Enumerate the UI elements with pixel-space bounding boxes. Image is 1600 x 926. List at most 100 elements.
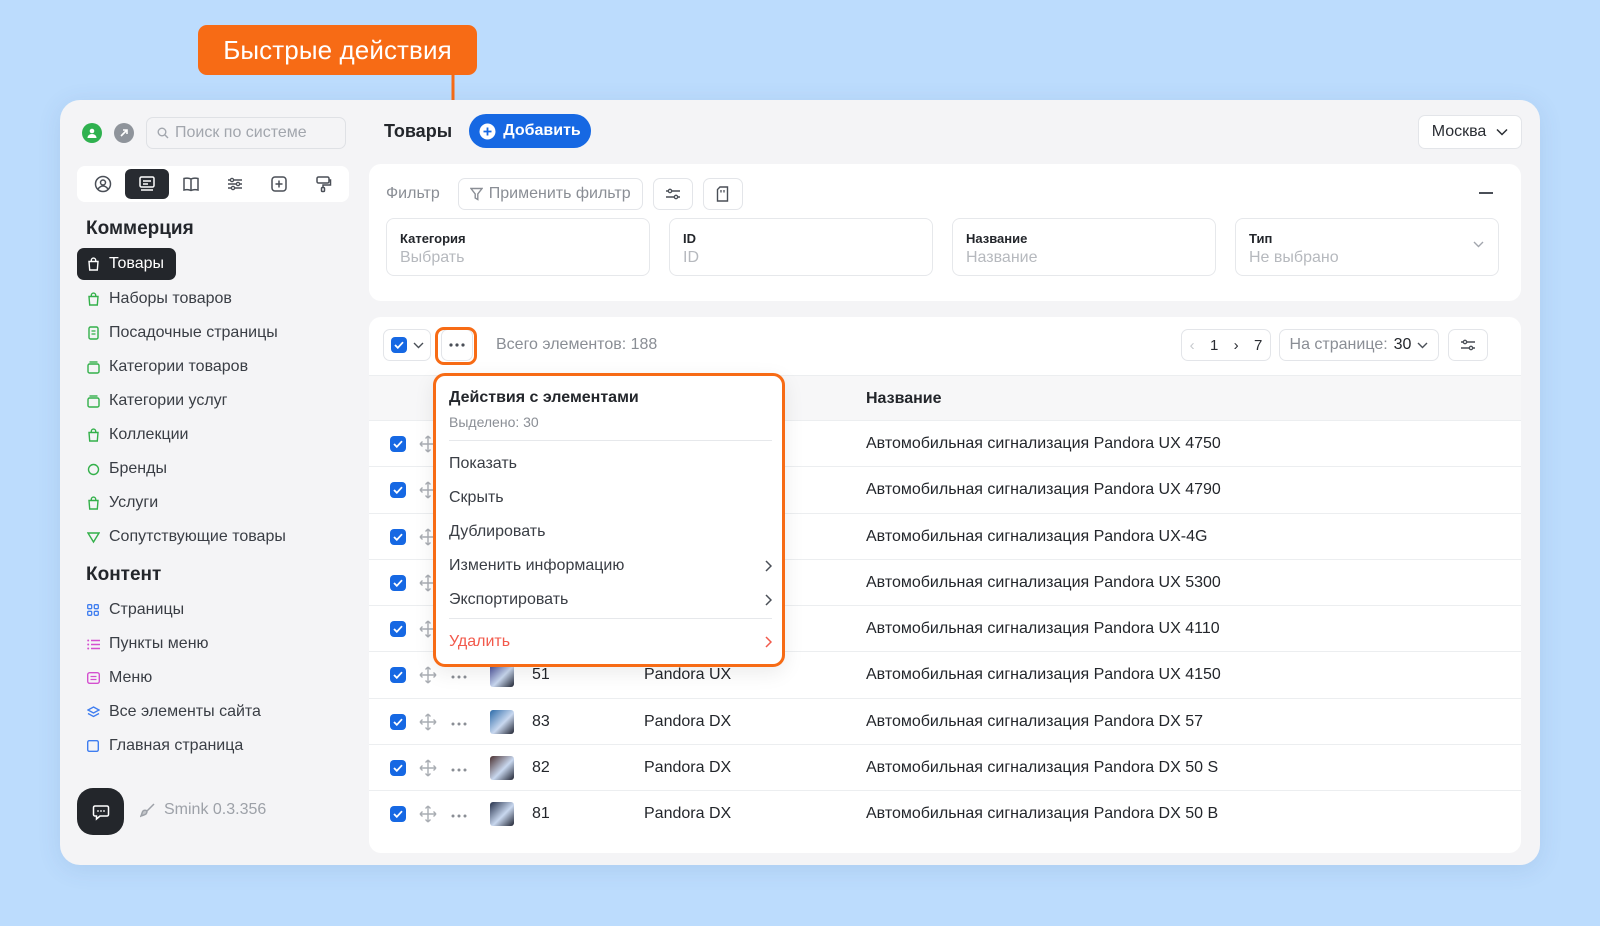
row-name[interactable]: Автомобильная сигнализация Pandora UX 41… (866, 666, 1221, 684)
menu-divider (449, 440, 772, 441)
dashboard-icon[interactable] (81, 169, 125, 199)
filter-settings-button[interactable] (652, 178, 693, 210)
sidebar-item-pages[interactable]: Страницы (77, 593, 349, 627)
product-thumbnail (490, 663, 514, 688)
table-row[interactable]: 83 Pandora DX Автомобильная сигнализация P… (369, 699, 1521, 746)
row-brand: Pandora UX (644, 666, 732, 684)
row-id: 82 (532, 759, 550, 777)
page-title: Товары (384, 121, 453, 141)
category-filter-field[interactable]: Категория Выбрать (386, 218, 650, 276)
column-header-name[interactable]: Название (866, 390, 942, 408)
total-pages[interactable]: 7 (1254, 337, 1262, 354)
sidebar-item-service-categories[interactable]: Категории услуг (77, 384, 349, 418)
type-filter-field[interactable]: Тип Не выбрано (1235, 218, 1499, 276)
collapse-icon[interactable] (1479, 192, 1493, 194)
row-checkbox[interactable] (390, 436, 406, 452)
sidebar-item-all-elements[interactable]: Все элементы сайта (77, 695, 349, 729)
prev-page-icon[interactable]: ‹ (1190, 337, 1195, 354)
row-actions-icon[interactable] (451, 713, 467, 731)
sidebar-item-related-products[interactable]: Сопутствующие товары (77, 520, 349, 554)
row-checkbox[interactable] (390, 621, 406, 638)
name-filter-field[interactable]: Название Название (952, 218, 1216, 276)
chevron-right-icon (765, 594, 772, 606)
table-row[interactable]: 81 Pandora DX Автомобильная сигнализация P… (369, 791, 1521, 837)
folder-icon (86, 394, 100, 408)
row-name[interactable]: Автомобильная сигнализация Pandora DX 50… (866, 805, 1218, 823)
menu-icon (86, 671, 100, 685)
chevron-right-icon (765, 560, 772, 572)
chevron-down-icon (413, 342, 423, 348)
drag-handle-icon[interactable] (419, 805, 437, 828)
menu-item-export[interactable]: Экспортировать (449, 587, 772, 613)
row-checkbox[interactable] (390, 528, 406, 545)
per-page-value: 30 (1393, 336, 1412, 353)
menu-item-hide[interactable]: Скрыть (449, 485, 772, 511)
row-checkbox[interactable] (390, 713, 406, 730)
brush-icon (140, 803, 155, 818)
search-input[interactable] (175, 124, 335, 142)
book-icon[interactable] (169, 169, 213, 199)
drag-handle-icon[interactable] (419, 713, 437, 736)
sidebar-item-home-page[interactable]: Главная страница (77, 729, 349, 763)
folder-icon (86, 360, 100, 374)
row-name[interactable]: Автомобильная сигнализация Pandora DX 50… (866, 759, 1218, 777)
chat-button[interactable] (77, 788, 124, 835)
row-name[interactable]: Автомобильная сигнализация Pandora UX 47… (866, 481, 1221, 499)
external-link-icon[interactable] (114, 123, 134, 143)
row-name[interactable]: Автомобильная сигнализация Pandora UX 53… (866, 574, 1221, 592)
sidebar-item-product-sets[interactable]: Наборы товаров (77, 282, 349, 316)
menu-item-edit-info[interactable]: Изменить информацию (449, 553, 772, 579)
drag-handle-icon[interactable] (419, 666, 437, 689)
row-id: 81 (532, 805, 550, 823)
menu-item-show[interactable]: Показать (449, 451, 772, 477)
select-all-dropdown[interactable] (383, 329, 431, 361)
menu-item-duplicate[interactable]: Дублировать (449, 519, 772, 545)
paint-roller-icon[interactable] (301, 169, 345, 199)
checkbox-checked-icon[interactable] (390, 337, 407, 353)
product-thumbnail (490, 756, 514, 781)
city-select[interactable]: Москва (1418, 115, 1522, 149)
row-checkbox[interactable] (390, 760, 406, 777)
add-button[interactable]: Добавить (469, 114, 591, 148)
row-actions-icon[interactable] (451, 805, 467, 823)
menu-divider (449, 618, 772, 619)
row-actions-icon[interactable] (451, 666, 467, 684)
id-filter-field[interactable]: ID ID (669, 218, 933, 276)
menu-item-label: Удалить (449, 633, 511, 650)
sidebar-item-menu[interactable]: Меню (77, 661, 349, 695)
row-checkbox[interactable] (390, 667, 406, 684)
row-name[interactable]: Автомобильная сигнализация Pandora UX-4G (866, 528, 1207, 546)
next-page-icon[interactable]: › (1234, 337, 1239, 354)
table-row[interactable]: 82 Pandora DX Автомобильная сигнализация P… (369, 745, 1521, 792)
sidebar-item-products[interactable]: Товары (77, 248, 176, 280)
sidebar-item-label: Товары (109, 255, 165, 272)
add-square-icon[interactable] (257, 169, 301, 199)
sidebar-item-product-categories[interactable]: Категории товаров (77, 350, 349, 384)
row-name[interactable]: Автомобильная сигнализация Pandora UX 41… (866, 620, 1220, 638)
column-settings-button[interactable] (1448, 329, 1488, 361)
sidebar-item-services[interactable]: Услуги (77, 486, 349, 520)
catalog-icon[interactable] (125, 169, 169, 199)
sidebar-item-collections[interactable]: Коллекции (77, 418, 349, 452)
apply-filter-button[interactable]: Применить фильтр (457, 178, 643, 210)
menu-item-delete[interactable]: Удалить (449, 629, 772, 655)
user-icon[interactable] (82, 123, 102, 143)
search-field[interactable] (146, 117, 346, 149)
sidebar-item-menu-items[interactable]: Пункты меню (77, 627, 349, 661)
menu-selected-count: Выделено: 30 (449, 414, 539, 430)
row-actions-icon[interactable] (451, 759, 467, 777)
row-checkbox[interactable] (390, 806, 406, 823)
current-page[interactable]: 1 (1210, 337, 1218, 354)
row-checkbox[interactable] (390, 482, 406, 499)
sidebar-item-brands[interactable]: Бренды (77, 452, 349, 486)
version-info: Smink 0.3.356 (140, 801, 266, 819)
sliders-icon[interactable] (213, 169, 257, 199)
per-page-select[interactable]: На странице: 30 (1279, 329, 1439, 361)
sidebar-item-landing-pages[interactable]: Посадочные страницы (77, 316, 349, 350)
drag-handle-icon[interactable] (419, 759, 437, 782)
row-name[interactable]: Автомобильная сигнализация Pandora DX 57 (866, 713, 1203, 731)
row-name[interactable]: Автомобильная сигнализация Pandora UX 47… (866, 435, 1221, 453)
save-filter-button[interactable] (702, 178, 743, 210)
row-checkbox[interactable] (390, 574, 406, 591)
field-placeholder: ID (683, 249, 699, 266)
